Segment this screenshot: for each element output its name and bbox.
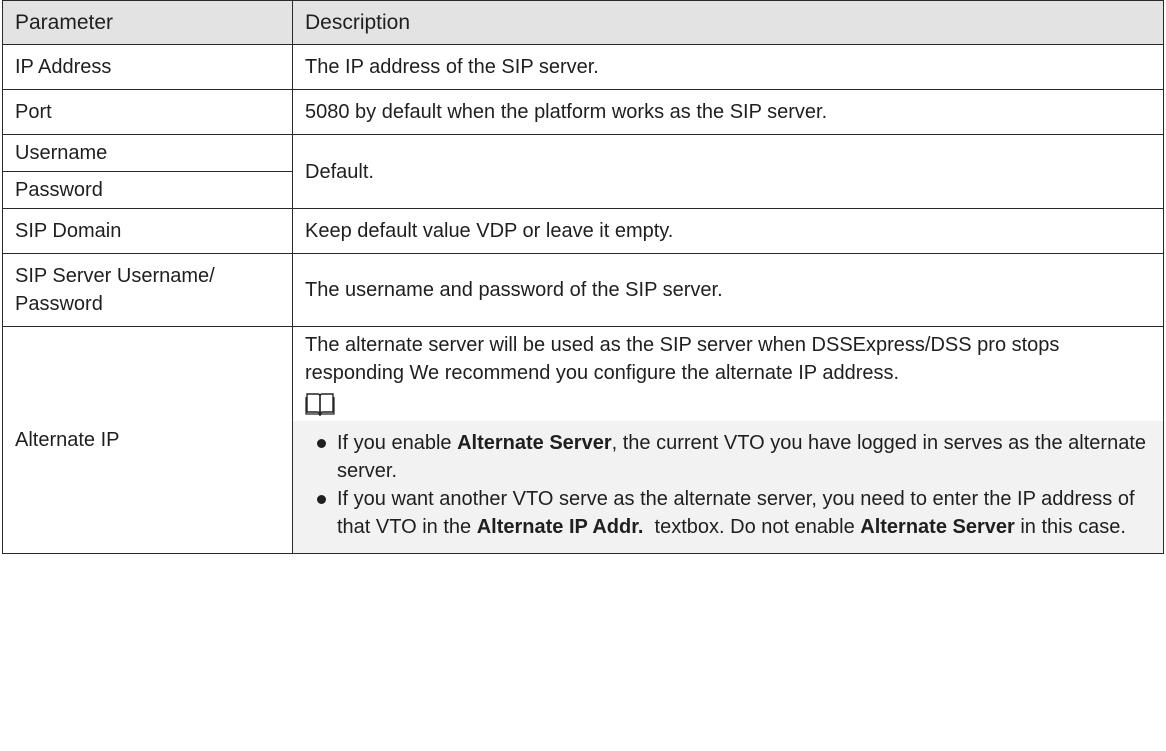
header-row: Parameter Description (2, 0, 1164, 45)
header-description: Description (292, 0, 1164, 45)
bullet1-pre: If you enable (337, 432, 458, 454)
desc-ip-address: The IP address of the SIP server. (292, 44, 1164, 90)
book-icon (305, 393, 335, 417)
bullet2-mid: textbox. Do not enable (643, 516, 861, 538)
param-username: Username (2, 134, 293, 172)
desc-sip-domain: Keep default value VDP or leave it empty… (292, 208, 1164, 254)
bullet1-bold: Alternate Server (457, 432, 612, 454)
table-row: Port 5080 by default when the platform w… (2, 89, 1164, 135)
desc-port: 5080 by default when the platform works … (292, 89, 1164, 135)
table-row: SIP Server Username/ Password The userna… (2, 253, 1164, 327)
table-row: Alternate IP The alternate server will b… (2, 326, 1164, 554)
param-port: Port (2, 89, 293, 135)
alternate-ip-description: The alternate server will be used as the… (305, 334, 1060, 384)
param-ip-address: IP Address (2, 44, 293, 90)
param-sip-domain: SIP Domain (2, 208, 293, 254)
bullet2-bold2: Alternate Server (860, 516, 1015, 538)
bullet2-bold1: Alternate IP Addr. (476, 516, 644, 538)
note-bullet-2: If you want another VTO serve as the alt… (317, 485, 1151, 541)
param-sip-server-username: SIP Server Username/ Password (2, 253, 293, 327)
desc-alternate-ip: The alternate server will be used as the… (292, 326, 1164, 554)
desc-username-password: Default. (292, 134, 1164, 209)
table-row: Username Default. (2, 134, 1164, 209)
note-bullet-1: If you enable Alternate Server, the curr… (317, 429, 1151, 485)
header-parameter: Parameter (2, 0, 293, 45)
note-box: If you enable Alternate Server, the curr… (293, 421, 1163, 553)
desc-sip-server-username: The username and password of the SIP ser… (292, 253, 1164, 327)
param-password: Password (2, 171, 293, 209)
param-alternate-ip: Alternate IP (2, 326, 293, 554)
table-row: SIP Domain Keep default value VDP or lea… (2, 208, 1164, 254)
bullet2-post: in this case. (1014, 516, 1126, 538)
parameter-table: Parameter Description IP Address The IP … (2, 0, 1164, 554)
table-row: IP Address The IP address of the SIP ser… (2, 44, 1164, 90)
